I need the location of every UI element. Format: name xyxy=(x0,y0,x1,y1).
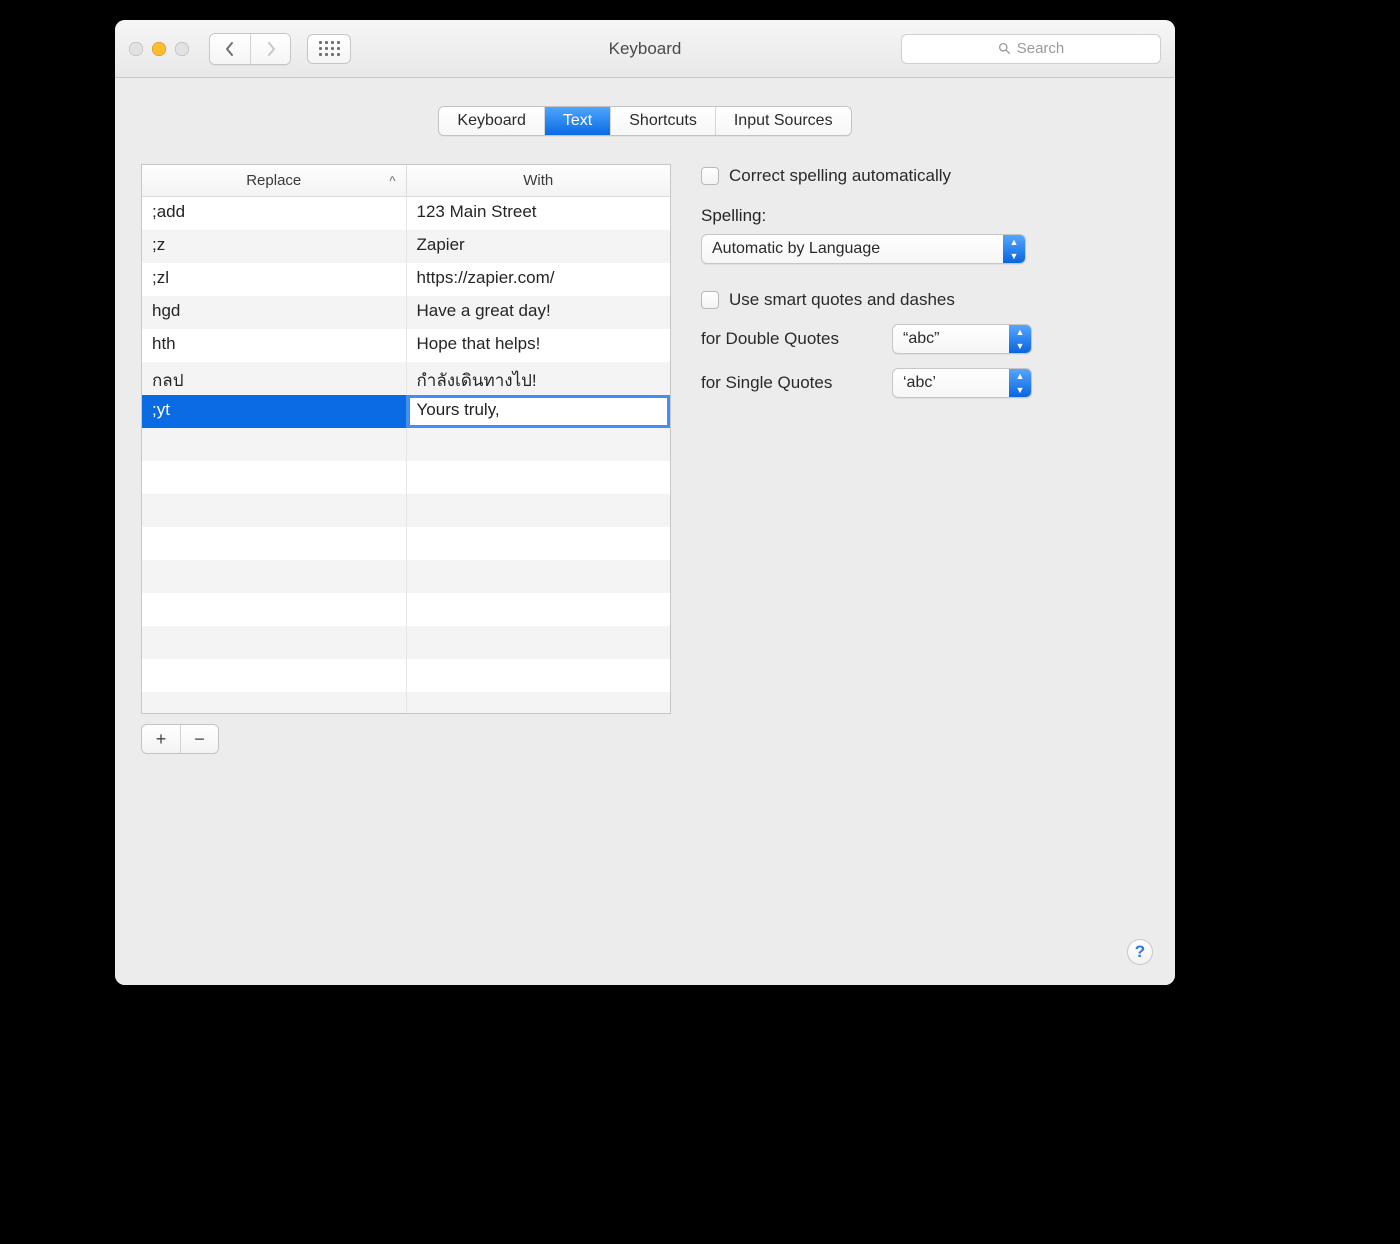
table-row[interactable] xyxy=(142,461,670,494)
cell-replace[interactable]: ;yt xyxy=(142,395,407,428)
table-row[interactable] xyxy=(142,659,670,692)
column-header-with[interactable]: With xyxy=(407,165,671,196)
titlebar: Keyboard Search xyxy=(115,20,1175,78)
add-button[interactable]: + xyxy=(142,725,180,753)
cell-with[interactable]: Yours truly, xyxy=(407,395,671,428)
table-row[interactable]: hgdHave a great day! xyxy=(142,296,670,329)
keyboard-preferences-window: Keyboard Search KeyboardTextShortcutsInp… xyxy=(115,20,1175,985)
grid-icon xyxy=(319,41,340,56)
correct-spelling-label: Correct spelling automatically xyxy=(729,166,951,186)
table-row[interactable]: ;ytYours truly, xyxy=(142,395,670,428)
cell-replace[interactable]: ;zl xyxy=(142,263,407,296)
popup-arrows-icon: ▲▼ xyxy=(1009,325,1031,353)
table-row[interactable]: hthHope that helps! xyxy=(142,329,670,362)
forward-button[interactable] xyxy=(250,34,290,64)
table-row[interactable] xyxy=(142,527,670,560)
single-quotes-popup[interactable]: ‘abc’ ▲▼ xyxy=(892,368,1032,398)
cell-with[interactable] xyxy=(407,626,671,659)
cell-replace[interactable] xyxy=(142,659,407,692)
window-controls xyxy=(129,42,189,56)
replacements-table: Replace ^ With ;add123 Main Street;zZapi… xyxy=(141,164,671,714)
cell-replace[interactable] xyxy=(142,560,407,593)
preferences-body: KeyboardTextShortcutsInput Sources Repla… xyxy=(115,78,1175,985)
table-row[interactable] xyxy=(142,692,670,713)
popup-arrows-icon: ▲▼ xyxy=(1003,235,1025,263)
spelling-popup[interactable]: Automatic by Language ▲▼ xyxy=(701,234,1026,264)
single-quotes-value: ‘abc’ xyxy=(903,374,936,392)
remove-button[interactable]: − xyxy=(180,725,218,753)
cell-replace[interactable] xyxy=(142,461,407,494)
table-header: Replace ^ With xyxy=(142,165,670,197)
cell-replace[interactable] xyxy=(142,494,407,527)
cell-replace[interactable] xyxy=(142,593,407,626)
help-button[interactable]: ? xyxy=(1127,939,1153,965)
cell-with[interactable]: 123 Main Street xyxy=(407,197,671,230)
table-row[interactable]: ;add123 Main Street xyxy=(142,197,670,230)
show-all-button[interactable] xyxy=(307,34,351,64)
back-button[interactable] xyxy=(210,34,250,64)
tabs: KeyboardTextShortcutsInput Sources xyxy=(141,106,1149,136)
cell-with[interactable] xyxy=(407,527,671,560)
tab-input-sources[interactable]: Input Sources xyxy=(715,107,851,135)
double-quotes-popup[interactable]: “abc” ▲▼ xyxy=(892,324,1032,354)
zoom-window-button[interactable] xyxy=(175,42,189,56)
tab-shortcuts[interactable]: Shortcuts xyxy=(610,107,715,135)
search-input[interactable]: Search xyxy=(901,34,1161,64)
table-row[interactable] xyxy=(142,626,670,659)
cell-replace[interactable]: กลป xyxy=(142,362,407,395)
minimize-window-button[interactable] xyxy=(152,42,166,56)
single-quotes-label: for Single Quotes xyxy=(701,373,876,393)
double-quotes-value: “abc” xyxy=(903,330,939,348)
search-icon xyxy=(998,42,1011,55)
double-quotes-label: for Double Quotes xyxy=(701,329,876,349)
cell-replace[interactable] xyxy=(142,428,407,461)
cell-with[interactable] xyxy=(407,560,671,593)
cell-with[interactable]: Have a great day! xyxy=(407,296,671,329)
cell-with[interactable]: https://zapier.com/ xyxy=(407,263,671,296)
cell-with[interactable] xyxy=(407,593,671,626)
popup-arrows-icon: ▲▼ xyxy=(1009,369,1031,397)
cell-replace[interactable]: hgd xyxy=(142,296,407,329)
tab-text[interactable]: Text xyxy=(544,107,610,135)
cell-replace[interactable] xyxy=(142,527,407,560)
search-placeholder: Search xyxy=(1017,40,1065,57)
correct-spelling-checkbox[interactable] xyxy=(701,167,719,185)
cell-with[interactable] xyxy=(407,461,671,494)
smart-quotes-label: Use smart quotes and dashes xyxy=(729,290,955,310)
cell-with[interactable] xyxy=(407,659,671,692)
cell-with[interactable] xyxy=(407,692,671,713)
table-row[interactable] xyxy=(142,494,670,527)
chevron-right-icon xyxy=(265,41,277,57)
table-row[interactable] xyxy=(142,428,670,461)
table-row[interactable]: กลปกำลังเดินทางไป! xyxy=(142,362,670,395)
close-window-button[interactable] xyxy=(129,42,143,56)
cell-replace[interactable]: ;add xyxy=(142,197,407,230)
cell-replace[interactable]: hth xyxy=(142,329,407,362)
table-row[interactable]: ;zlhttps://zapier.com/ xyxy=(142,263,670,296)
smart-quotes-checkbox[interactable] xyxy=(701,291,719,309)
chevron-left-icon xyxy=(224,41,236,57)
cell-with[interactable]: Zapier xyxy=(407,230,671,263)
column-header-replace[interactable]: Replace ^ xyxy=(142,165,407,196)
cell-with[interactable]: Hope that helps! xyxy=(407,329,671,362)
cell-with[interactable] xyxy=(407,494,671,527)
cell-replace[interactable]: ;z xyxy=(142,230,407,263)
nav-back-forward xyxy=(209,33,291,65)
sort-ascending-icon: ^ xyxy=(389,173,395,188)
cell-replace[interactable] xyxy=(142,626,407,659)
spelling-label: Spelling: xyxy=(701,206,1149,226)
table-row[interactable]: ;zZapier xyxy=(142,230,670,263)
cell-with[interactable]: กำลังเดินทางไป! xyxy=(407,362,671,395)
table-row[interactable] xyxy=(142,593,670,626)
spelling-value: Automatic by Language xyxy=(712,240,880,258)
cell-replace[interactable] xyxy=(142,692,407,713)
tab-keyboard[interactable]: Keyboard xyxy=(439,107,544,135)
table-row[interactable] xyxy=(142,560,670,593)
add-remove-control: + − xyxy=(141,724,219,754)
cell-with[interactable] xyxy=(407,428,671,461)
